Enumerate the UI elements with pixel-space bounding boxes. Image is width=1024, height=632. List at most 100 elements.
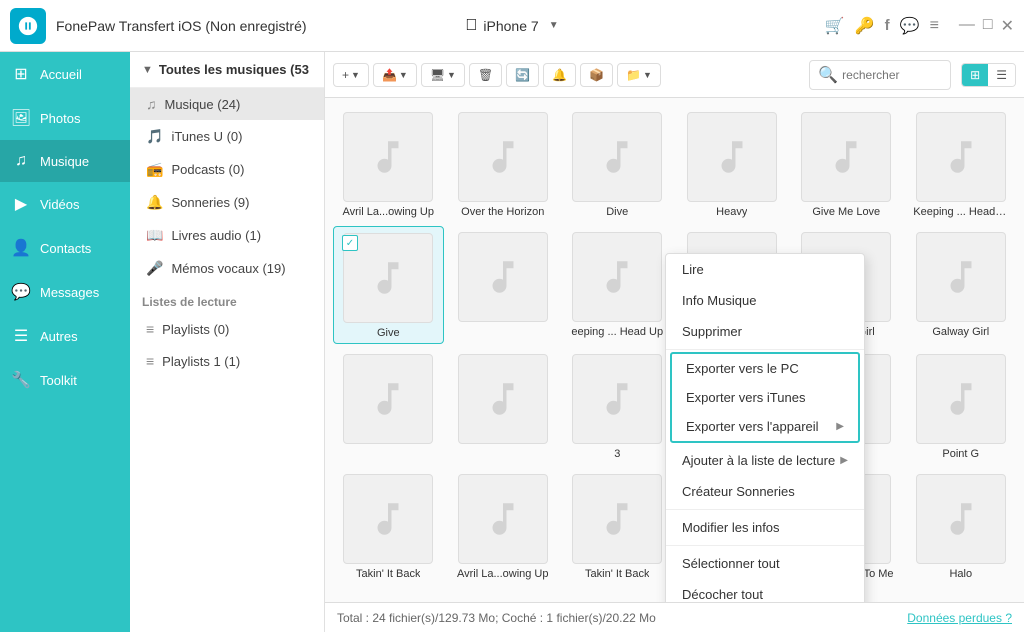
left-panel-label-memos: Mémos vocaux (19) (171, 261, 285, 276)
music-item-21[interactable]: Takin' It Back (562, 468, 673, 584)
ctx-lire[interactable]: Lire (666, 254, 864, 285)
sidebar-item-photos[interactable]: 🖼 Photos (0, 96, 130, 140)
chevron-down-icon[interactable]: ▼ (549, 20, 559, 31)
ctx-arrow-ajouter: ▶ (840, 455, 848, 466)
messages-icon: 💬 (10, 282, 32, 302)
sidebar-item-musique[interactable]: ♫ Musique (0, 140, 130, 182)
left-panel-item-musique[interactable]: ♫ Musique (24) (130, 88, 324, 120)
left-panel-item-itunes[interactable]: 🎵 iTunes U (0) (130, 120, 324, 153)
music-item-2[interactable]: Over the Horizon (448, 106, 559, 222)
ctx-supprimer[interactable]: Supprimer (666, 316, 864, 347)
left-panel-item-livres[interactable]: 📖 Livres audio (1) (130, 219, 324, 252)
title-bar: FonePaw Transfert iOS (Non enregistré) … (0, 0, 1024, 52)
music-item-15[interactable]: 3 (562, 348, 673, 464)
music-item-4[interactable]: Heavy (677, 106, 788, 222)
music-item-7[interactable]: ✓ Give (333, 226, 444, 344)
ctx-export-appareil[interactable]: Exporter vers l'appareil ▶ (672, 412, 858, 441)
title-right-icons: 🛒 🔑 f 💬 ≡ — □ ✕ (825, 16, 1014, 36)
music-item-18[interactable]: Point G (906, 348, 1017, 464)
chat-icon[interactable]: 💬 (900, 16, 920, 36)
bell-button[interactable]: 🔔 (543, 63, 576, 87)
key-icon[interactable]: 🔑 (855, 16, 875, 36)
sidebar-item-videos[interactable]: ▶ Vidéos (0, 182, 130, 226)
minimize-button[interactable]: — (959, 16, 975, 36)
sidebar-item-messages[interactable]: 💬 Messages (0, 270, 130, 314)
facebook-icon[interactable]: f (885, 17, 890, 34)
left-panel-item-podcasts[interactable]: 📻 Podcasts (0) (130, 153, 324, 186)
left-panel-item-memos[interactable]: 🎤 Mémos vocaux (19) (130, 252, 324, 285)
music-thumb-5 (801, 112, 891, 202)
music-thumb-14 (458, 354, 548, 444)
grid-view-button[interactable]: ⊞ (962, 64, 988, 86)
music-item-24[interactable]: Halo (906, 468, 1017, 584)
search-icon: 🔍 (818, 65, 838, 85)
music-item-8[interactable] (448, 226, 559, 344)
music-thumb-18 (916, 354, 1006, 444)
sidebar-label-autres: Autres (40, 329, 78, 344)
sidebar-item-autres[interactable]: ☰ Autres (0, 314, 130, 358)
sidebar-item-accueil[interactable]: ⊞ Accueil (0, 52, 130, 96)
add-button[interactable]: + ▼ (333, 63, 369, 87)
menu-icon[interactable]: ≡ (930, 17, 939, 35)
ctx-sonneries[interactable]: Créateur Sonneries (666, 476, 864, 507)
import-button[interactable]: 🖥 ▼ (421, 63, 465, 87)
music-item-14[interactable] (448, 348, 559, 464)
shop-icon[interactable]: 🛒 (825, 16, 845, 36)
ctx-sonneries-label: Créateur Sonneries (682, 484, 795, 499)
sidebar-item-toolkit[interactable]: 🔧 Toolkit (0, 358, 130, 402)
ctx-info[interactable]: Info Musique (666, 285, 864, 316)
ctx-modifier[interactable]: Modifier les infos (666, 512, 864, 543)
sync-button[interactable]: 🔄 (506, 63, 539, 87)
left-panel-item-playlists[interactable]: ≡ Playlists (0) (130, 313, 324, 345)
maximize-button[interactable]: □ (983, 16, 993, 36)
music-item-20[interactable]: Avril La...owing Up (448, 468, 559, 584)
left-panel-item-sonneries[interactable]: 🔔 Sonneries (9) (130, 186, 324, 219)
left-panel-item-playlists1[interactable]: ≡ Playlists 1 (1) (130, 345, 324, 377)
list-view-button[interactable]: ☰ (988, 64, 1015, 86)
music-item-19[interactable]: Takin' It Back (333, 468, 444, 584)
music-item-1[interactable]: Avril La...owing Up (333, 106, 444, 222)
box-button[interactable]: 📦 (580, 63, 613, 87)
mic-icon: 🎤 (146, 260, 163, 277)
device-selector[interactable]:  iPhone 7 ▼ (465, 17, 558, 35)
music-item-9[interactable]: eeping ... Head Up (562, 226, 673, 344)
music-item-13[interactable] (333, 348, 444, 464)
music-item-6[interactable]: Keeping ... Head Up (906, 106, 1017, 222)
ctx-modifier-label: Modifier les infos (682, 520, 780, 535)
close-button[interactable]: ✕ (1001, 16, 1014, 36)
music-item-5[interactable]: Give Me Love (791, 106, 902, 222)
search-input[interactable] (842, 68, 942, 82)
folder-button[interactable]: 📁 ▼ (617, 63, 661, 87)
sidebar-label-contacts: Contacts (40, 241, 91, 256)
delete-button[interactable]: 🗑 (469, 63, 502, 87)
music-item-12[interactable]: Galway Girl (906, 226, 1017, 344)
music-thumb-3 (572, 112, 662, 202)
sync-icon: 🔄 (515, 68, 530, 82)
ctx-select-all[interactable]: Sélectionner tout (666, 548, 864, 579)
home-icon: ⊞ (10, 64, 32, 84)
export-icon: 📤 (382, 68, 397, 82)
lost-data-link[interactable]: Données perdues ? (907, 611, 1012, 625)
export-button[interactable]: 📤 ▼ (373, 63, 417, 87)
left-panel-header: ▼ Toutes les musiques (53 (130, 52, 324, 88)
ctx-export-appareil-label: Exporter vers l'appareil (686, 419, 819, 434)
music-name-1: Avril La...owing Up (342, 206, 434, 218)
itunes-icon: 🎵 (146, 128, 163, 145)
ctx-decocher[interactable]: Décocher tout (666, 579, 864, 602)
ctx-export-pc[interactable]: Exporter vers le PC (672, 354, 858, 383)
import-icon: 🖥 (430, 68, 445, 82)
music-name-2: Over the Horizon (461, 206, 544, 218)
ctx-ajouter[interactable]: Ajouter à la liste de lecture ▶ (666, 445, 864, 476)
search-box[interactable]: 🔍 (809, 60, 951, 90)
sidebar-item-contacts[interactable]: 👤 Contacts (0, 226, 130, 270)
export-chevron: ▼ (399, 70, 408, 80)
checkbox-7[interactable]: ✓ (342, 235, 358, 251)
photos-icon: 🖼 (10, 108, 32, 128)
music-name-19: Takin' It Back (356, 568, 420, 580)
ctx-export-itunes[interactable]: Exporter vers iTunes (672, 383, 858, 412)
ctx-info-label: Info Musique (682, 293, 756, 308)
collapse-arrow[interactable]: ▼ (142, 64, 153, 76)
music-item-3[interactable]: Dive (562, 106, 673, 222)
sidebar-label-videos: Vidéos (40, 197, 80, 212)
music-thumb-20 (458, 474, 548, 564)
